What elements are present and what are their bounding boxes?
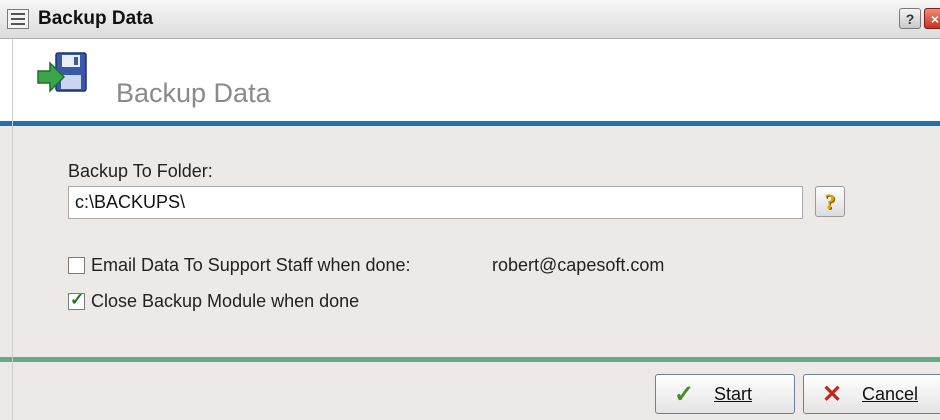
start-button-label: Start <box>714 383 753 404</box>
cancel-button[interactable]: ✕ Cancel <box>803 374 940 414</box>
title-bar[interactable]: Backup Data ? × <box>0 0 940 39</box>
close-option-label[interactable]: Close Backup Module when done <box>91 291 359 312</box>
title-close-button[interactable]: × <box>924 8 940 29</box>
floppy-disk-backup-icon <box>37 52 87 93</box>
backup-folder-input[interactable] <box>68 186 803 219</box>
window-left-border <box>0 39 13 420</box>
check-icon: ✓ <box>673 380 695 408</box>
close-module-checkbox[interactable]: ✓ <box>68 289 85 310</box>
email-option-label[interactable]: Email Data To Support Staff when done: <box>91 255 411 276</box>
footer-divider <box>0 357 940 362</box>
folder-lookup-button[interactable]: ? <box>815 186 845 217</box>
folder-label: Backup To Folder: <box>68 161 213 181</box>
question-mark-icon: ? <box>824 189 836 214</box>
email-option-row[interactable]: Email Data To Support Staff when done: <box>68 254 411 276</box>
cancel-x-icon: ✕ <box>821 380 843 408</box>
window-title: Backup Data <box>38 8 154 29</box>
close-option-row[interactable]: ✓ Close Backup Module when done <box>68 290 359 312</box>
header-title: Backup Data <box>116 78 271 108</box>
email-checkbox[interactable] <box>68 256 85 274</box>
window-menu-icon[interactable] <box>7 9 29 29</box>
start-button[interactable]: ✓ Start <box>655 374 795 414</box>
checkmark-icon: ✓ <box>70 289 85 309</box>
header-divider <box>0 121 940 126</box>
support-email-address: robert@capesoft.com <box>492 255 665 275</box>
cancel-button-label: Cancel <box>862 383 919 404</box>
title-help-button[interactable]: ? <box>899 8 921 29</box>
backup-data-window: Backup Data ? × Backup Data Backup To Fo… <box>0 0 940 420</box>
